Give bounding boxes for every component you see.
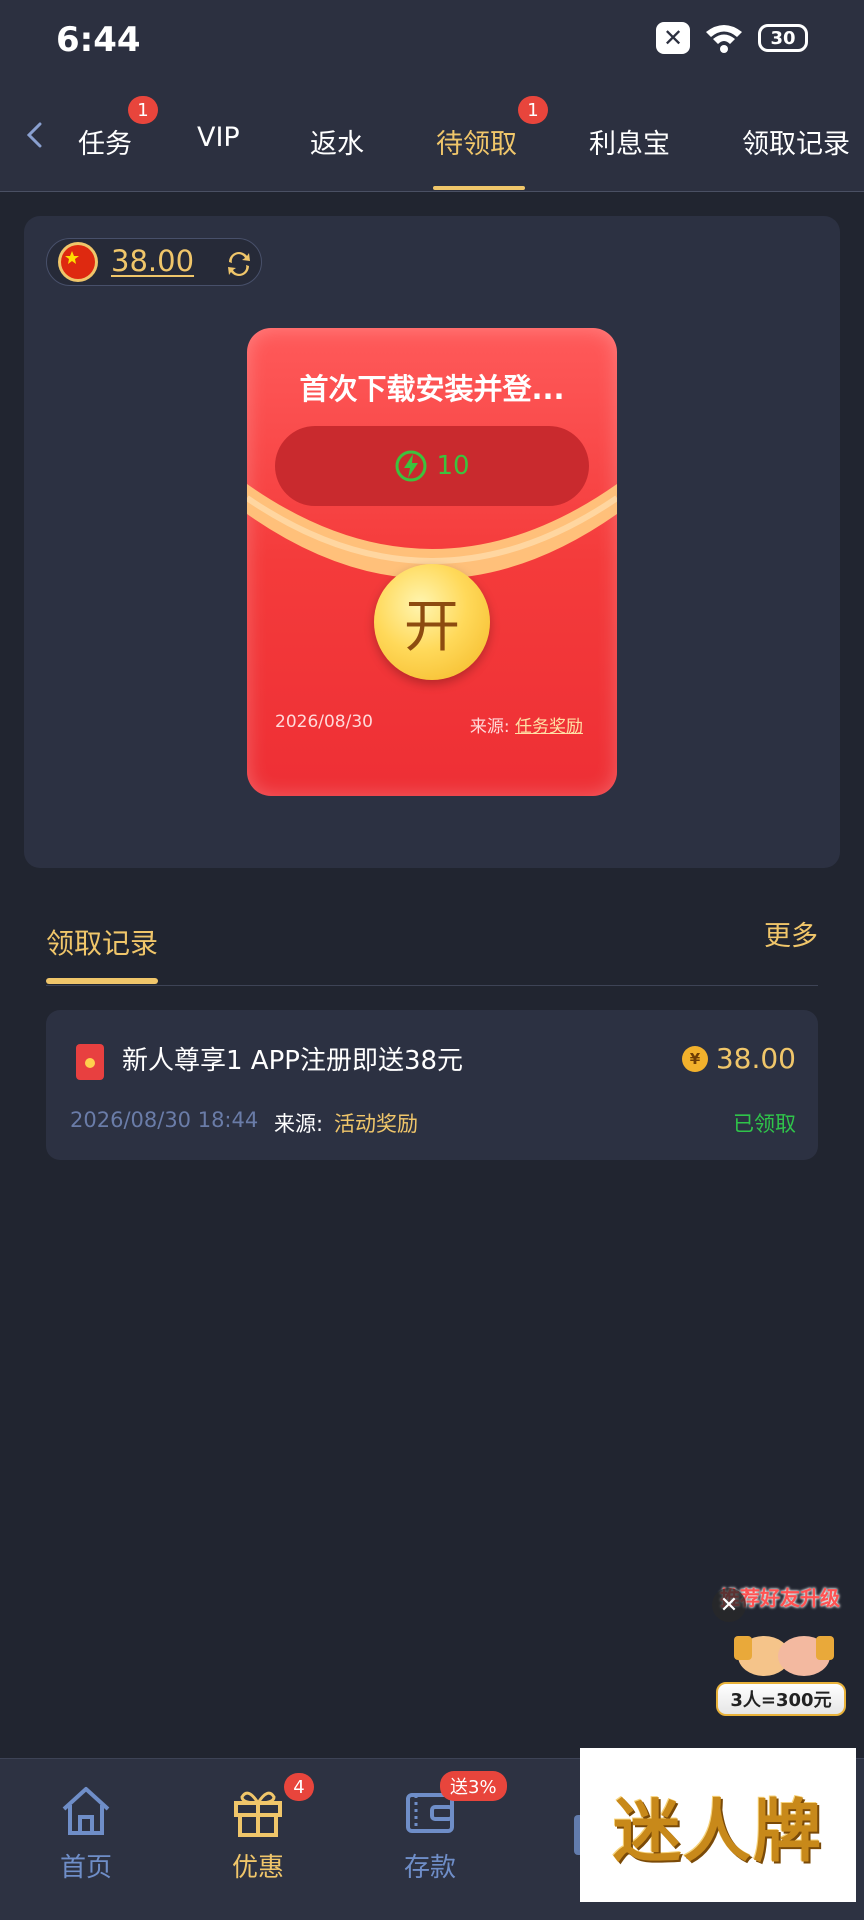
record-source: 活动奖励 xyxy=(334,1112,418,1136)
record-time: 2026/08/30 18:44 xyxy=(70,1108,259,1132)
nav-home[interactable]: 首页 xyxy=(26,1783,146,1884)
status-icons: ✕ 30 xyxy=(656,22,808,54)
wifi-icon xyxy=(706,25,742,53)
gift-icon xyxy=(234,1791,282,1837)
tab-pending[interactable]: 待领取 xyxy=(436,122,517,161)
battery-icon: 30 xyxy=(758,24,808,52)
record-source-label: 来源: xyxy=(274,1112,324,1136)
tab-tasks-badge: 1 xyxy=(128,96,158,124)
china-flag-icon xyxy=(61,245,95,279)
section-divider xyxy=(46,985,818,986)
promo-reward-badge: 3人=300元 xyxy=(716,1682,846,1716)
nav-label: 存款 xyxy=(403,1853,456,1883)
red-packet-title: 首次下载安装并登... xyxy=(299,372,565,406)
referral-promo-float[interactable]: 推荐好友升级 ✕ 3人=300元 xyxy=(712,1580,852,1720)
nav-deposit-badge: 送3% xyxy=(440,1771,507,1801)
red-envelope-icon xyxy=(76,1044,104,1080)
status-bar: 6:44 ✕ 30 xyxy=(0,0,864,80)
red-packet-date: 2026/08/30 xyxy=(275,712,373,732)
status-time: 6:44 xyxy=(56,20,141,60)
back-chevron-icon[interactable] xyxy=(20,120,50,150)
nav-label: 首页 xyxy=(59,1853,112,1883)
handshake-icon xyxy=(734,1636,834,1676)
home-icon xyxy=(62,1787,110,1835)
nav-deposit[interactable]: 存款 送3% xyxy=(370,1771,507,1884)
record-name: 新人尊享1 APP注册即送38元 xyxy=(122,1046,464,1076)
record-amount: 38.00 xyxy=(715,1042,796,1075)
tab-label: 利息宝 xyxy=(589,129,670,160)
record-status: 已领取 xyxy=(733,1112,796,1136)
records-section-title[interactable]: 领取记录 xyxy=(46,922,158,962)
category-tab-bar: 任务 1 VIP 返水 待领取 1 利息宝 领取记录 xyxy=(0,80,864,192)
tab-claim-history[interactable]: 领取记录 xyxy=(742,122,850,161)
open-red-packet-button[interactable]: 开 xyxy=(374,564,490,680)
tab-tasks[interactable]: 任务 xyxy=(78,122,132,161)
nav-label: 优惠 xyxy=(231,1853,284,1883)
tab-label: 待领取 xyxy=(436,129,517,160)
notification-x-icon: ✕ xyxy=(656,22,690,54)
tab-pending-badge: 1 xyxy=(518,96,548,124)
coin-icon: ¥ xyxy=(682,1046,708,1072)
watermark-text: 迷人牌 xyxy=(612,1791,823,1872)
tab-interest[interactable]: 利息宝 xyxy=(589,122,670,161)
tab-label: 任务 xyxy=(78,129,132,160)
tab-vip[interactable]: VIP xyxy=(197,122,240,153)
balance-amount[interactable]: 38.00 xyxy=(111,244,194,278)
more-link[interactable]: 更多 xyxy=(764,914,818,953)
nav-offers[interactable]: 优惠 4 xyxy=(198,1773,318,1884)
source-label: 来源: xyxy=(469,717,510,737)
energy-value: 10 xyxy=(436,451,470,481)
close-icon[interactable]: ✕ xyxy=(712,1588,746,1622)
source-link[interactable]: 任务奖励 xyxy=(515,717,583,737)
refresh-icon[interactable] xyxy=(223,248,255,280)
red-packet-source: 来源: 任务奖励 xyxy=(470,712,583,737)
section-tab-indicator xyxy=(46,978,158,984)
red-packet-card[interactable]: 首次下载安装并登... 10 开 2026/08/30 来源: 任务奖励 xyxy=(247,328,617,796)
record-item[interactable]: 新人尊享1 APP注册即送38元 ¥ 38.00 2026/08/30 18:4… xyxy=(46,1010,818,1160)
lightning-icon xyxy=(395,450,427,482)
nav-offers-badge: 4 xyxy=(284,1773,314,1801)
active-tab-indicator xyxy=(433,186,525,190)
tab-rebate[interactable]: 返水 xyxy=(310,122,364,161)
tab-label: 领取记录 xyxy=(742,129,850,160)
tab-label: VIP xyxy=(197,122,240,153)
balance-pill: 38.00 xyxy=(46,238,262,286)
tab-label: 返水 xyxy=(310,129,364,160)
watermark-logo: 迷人牌 xyxy=(580,1748,856,1902)
